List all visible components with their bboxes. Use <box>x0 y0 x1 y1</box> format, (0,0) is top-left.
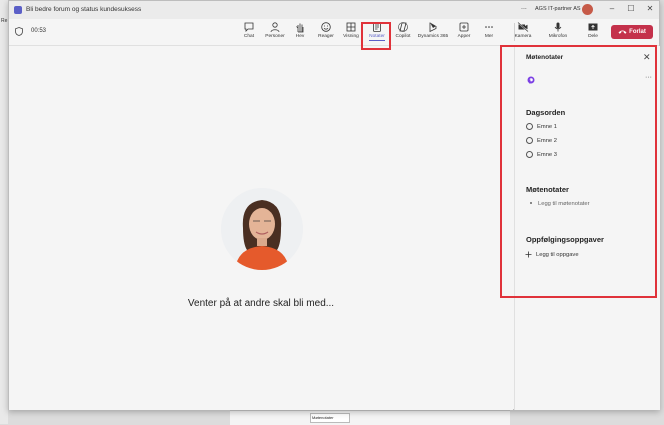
raise-hand-icon <box>296 23 304 33</box>
meeting-timer: 00:53 <box>31 28 47 34</box>
react-label: Reager <box>318 34 334 39</box>
people-icon <box>270 22 280 33</box>
people-button[interactable]: Personer <box>261 21 289 39</box>
teams-app-icon <box>14 6 22 14</box>
close-window-button[interactable]: ✕ <box>643 4 657 13</box>
dynamics-button[interactable]: Dynamics 365 <box>415 21 451 39</box>
account-name[interactable]: AGS IT-partner AS <box>535 6 581 12</box>
apps-label: Apper <box>457 34 471 39</box>
apps-button[interactable]: Apper <box>450 21 478 39</box>
raise-hand-button[interactable]: Hev <box>286 21 314 39</box>
more-button[interactable]: Mer <box>475 21 503 39</box>
share-label: Dele <box>588 34 598 39</box>
leave-label: Forlat <box>629 29 646 35</box>
participant-photo <box>221 188 303 270</box>
microphone-icon <box>554 22 562 32</box>
copilot-label: Copilot <box>395 34 411 39</box>
copilot-button[interactable]: Copilot <box>389 21 417 39</box>
shield-icon <box>15 27 23 36</box>
chat-icon <box>244 22 254 32</box>
notes-panel-highlight <box>500 45 657 298</box>
document-thumbnail: Møtenotater <box>310 413 350 423</box>
desktop-fragment-text: Re <box>1 18 8 24</box>
react-emoji-icon <box>321 22 331 32</box>
maximize-button[interactable]: ☐ <box>624 4 638 13</box>
hang-up-phone-icon <box>618 30 627 34</box>
view-grid-icon <box>346 22 356 32</box>
react-button[interactable]: Reager <box>312 21 340 39</box>
desktop-background-left: Re <box>0 0 8 424</box>
microphone-label: Mikrofon <box>548 34 568 39</box>
share-icon <box>588 23 598 31</box>
dynamics-icon <box>429 22 437 33</box>
chat-button[interactable]: Chat <box>235 21 263 39</box>
camera-off-icon <box>517 21 529 33</box>
raise-hand-label: Hev <box>295 34 305 39</box>
titlebar-more-button[interactable]: ... <box>521 4 527 11</box>
people-label: Personer <box>265 34 285 39</box>
copilot-icon <box>398 22 408 32</box>
share-button[interactable]: Dele <box>579 21 607 39</box>
taskbar-document-preview: Møtenotater <box>230 410 510 425</box>
leave-button[interactable]: Forlat <box>611 25 653 39</box>
waiting-message: Venter på at andre skal bli med... <box>187 298 335 309</box>
window-title: Bli bedre forum og status kundesuksess <box>26 6 142 13</box>
more-icon <box>485 26 493 28</box>
notes-button-highlight <box>361 22 391 50</box>
more-label: Mer <box>484 34 494 39</box>
account-avatar[interactable] <box>582 4 593 15</box>
microphone-button[interactable]: Mikrofon <box>544 21 572 39</box>
minimize-button[interactable]: – <box>605 4 619 13</box>
title-bar: Bli bedre forum og status kundesuksess .… <box>9 1 659 19</box>
apps-plus-icon <box>459 22 469 32</box>
meeting-stage: Venter på at andre skal bli med... <box>9 46 513 410</box>
dynamics-label: Dynamics 365 <box>417 34 449 39</box>
participant-avatar <box>221 188 303 270</box>
chat-label: Chat <box>243 34 255 39</box>
meeting-toolbar: 00:53 Chat Personer Hev Reager Visning N… <box>9 19 659 53</box>
toolbar-divider <box>514 23 515 41</box>
